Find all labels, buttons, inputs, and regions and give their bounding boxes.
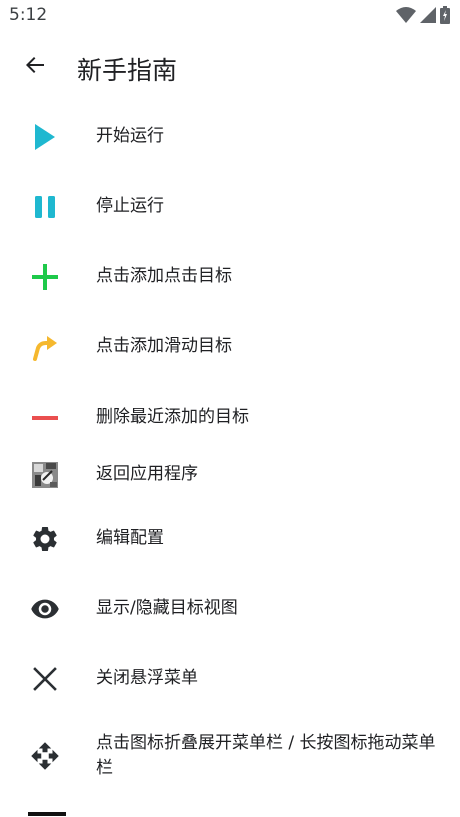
guide-item-collapse-drag: 点击图标折叠展开菜单栏 / 长按图标拖动菜单栏 bbox=[0, 729, 460, 785]
back-button[interactable] bbox=[18, 50, 52, 84]
guide-item-label: 点击添加点击目标 bbox=[96, 266, 232, 286]
guide-item-add-click: 点击添加点击目标 bbox=[0, 257, 460, 297]
arrow-back-icon bbox=[23, 53, 47, 81]
guide-item-label: 开始运行 bbox=[96, 126, 164, 146]
move-icon bbox=[26, 737, 64, 775]
app-bar: 新手指南 bbox=[0, 32, 460, 102]
guide-item-return-app: 返回应用程序 bbox=[0, 455, 460, 495]
app-thumbnail-icon bbox=[26, 456, 64, 494]
swipe-arrow-icon bbox=[26, 328, 64, 366]
guide-item-label: 关闭悬浮菜单 bbox=[96, 668, 198, 688]
guide-item-label: 点击图标折叠展开菜单栏 / 长按图标拖动菜单栏 bbox=[96, 733, 436, 778]
guide-item-delete: 删除最近添加的目标 bbox=[0, 398, 460, 438]
page-title: 新手指南 bbox=[77, 56, 178, 85]
close-icon bbox=[26, 660, 64, 698]
gear-icon bbox=[26, 520, 64, 558]
plus-icon bbox=[26, 258, 64, 296]
guide-item-add-swipe: 点击添加滑动目标 bbox=[0, 327, 460, 367]
guide-item-close-menu: 关闭悬浮菜单 bbox=[0, 659, 460, 699]
guide-item-label: 显示/隐藏目标视图 bbox=[96, 598, 238, 618]
guide-item-label: 点击添加滑动目标 bbox=[96, 336, 232, 356]
eye-icon bbox=[26, 590, 64, 628]
guide-item-label: 删除最近添加的目标 bbox=[96, 407, 249, 427]
guide-item-stop: 停止运行 bbox=[0, 187, 460, 227]
battery-icon bbox=[440, 6, 450, 28]
guide-item-label: 编辑配置 bbox=[96, 528, 164, 548]
guide-item-edit-config: 编辑配置 bbox=[0, 519, 460, 559]
guide-item-label: 返回应用程序 bbox=[96, 464, 198, 484]
guide-item-label: 停止运行 bbox=[96, 196, 164, 216]
status-icons bbox=[396, 6, 450, 28]
guide-item-start: 开始运行 bbox=[0, 117, 460, 157]
pause-icon bbox=[26, 188, 64, 226]
guide-item-toggle-view: 显示/隐藏目标视图 bbox=[0, 589, 460, 629]
minus-icon bbox=[26, 399, 64, 437]
wifi-icon bbox=[396, 7, 416, 27]
status-bar: 5:12 bbox=[0, 0, 460, 32]
play-icon bbox=[26, 118, 64, 156]
status-time: 5:12 bbox=[9, 5, 48, 25]
bottom-divider bbox=[28, 812, 66, 816]
signal-icon bbox=[420, 7, 436, 27]
